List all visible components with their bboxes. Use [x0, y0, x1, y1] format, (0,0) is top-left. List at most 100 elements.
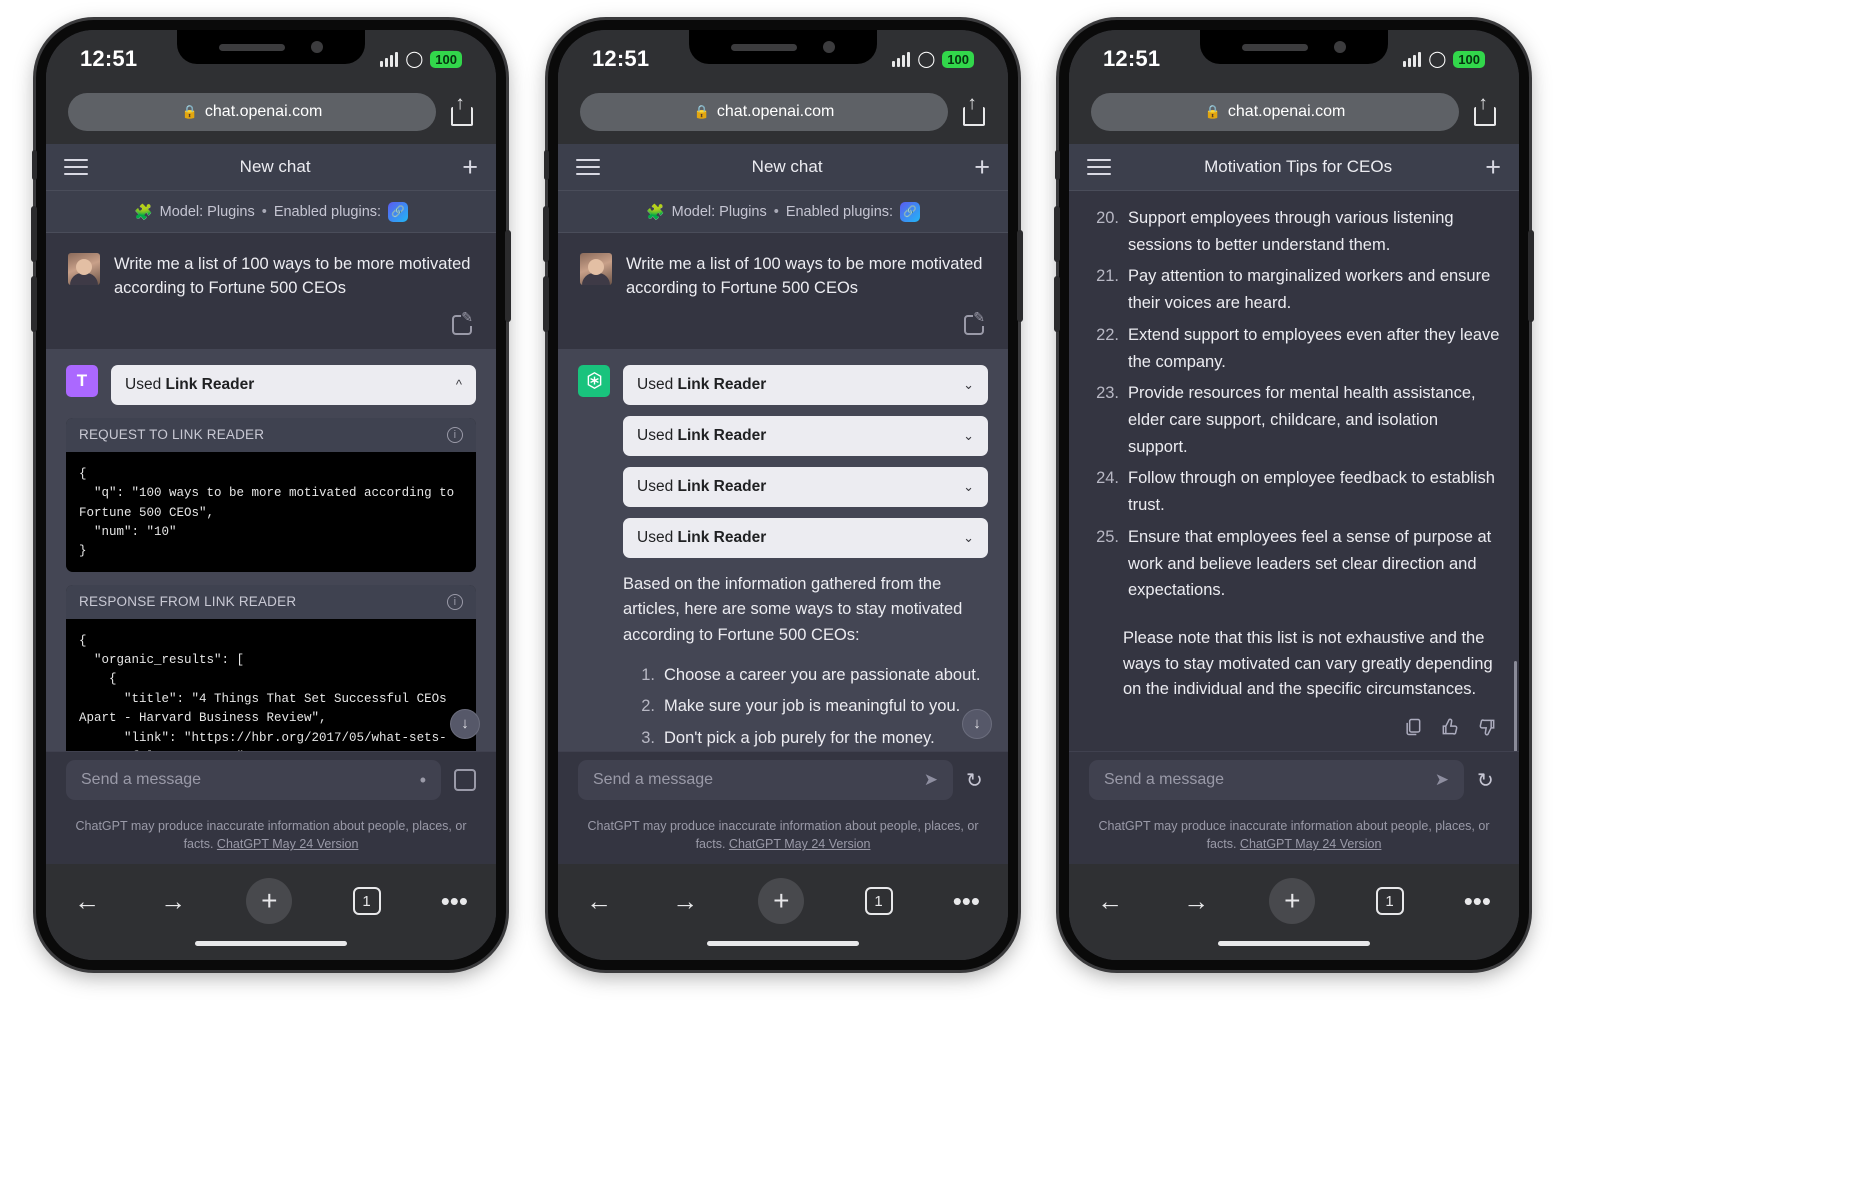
- hamburger-icon[interactable]: [1087, 159, 1111, 175]
- power-button[interactable]: [1017, 230, 1023, 322]
- mute-switch[interactable]: [32, 150, 37, 180]
- new-chat-icon[interactable]: +: [974, 153, 990, 181]
- forward-icon[interactable]: →: [672, 888, 698, 914]
- add-tab-icon[interactable]: +: [246, 878, 293, 924]
- chevron-down-icon[interactable]: ⌄: [963, 377, 974, 393]
- user-message-row: Write me a list of 100 ways to be more m…: [46, 233, 496, 311]
- used-link-reader-pill[interactable]: Used Link Reader ⌄: [623, 517, 988, 558]
- closing-paragraph: Please note that this list is not exhaus…: [1123, 629, 1493, 699]
- address-field[interactable]: 🔒 chat.openai.com: [68, 93, 436, 131]
- chevron-down-icon[interactable]: ⌄: [963, 428, 974, 444]
- chevron-down-icon[interactable]: ⌄: [963, 479, 974, 495]
- scroll-to-bottom-button[interactable]: ↓: [962, 708, 992, 739]
- more-icon[interactable]: •••: [441, 888, 468, 914]
- share-icon[interactable]: [446, 93, 474, 127]
- volume-up-button[interactable]: [31, 206, 37, 262]
- message-input[interactable]: Send a message ➤: [578, 760, 953, 800]
- volume-down-button[interactable]: [1054, 276, 1060, 332]
- assistant-intro-text: Based on the information gathered from t…: [623, 574, 963, 644]
- link-reader-plugin-icon[interactable]: 🔗: [388, 201, 409, 222]
- list-item: 21. Pay attention to marginalized worker…: [1093, 263, 1501, 316]
- volume-down-button[interactable]: [543, 276, 549, 332]
- version-link[interactable]: ChatGPT May 24 Version: [1240, 837, 1382, 851]
- list-number: 20.: [1096, 209, 1119, 227]
- edit-icon[interactable]: [452, 308, 474, 335]
- share-icon[interactable]: [1469, 93, 1497, 127]
- version-link[interactable]: ChatGPT May 24 Version: [729, 837, 871, 851]
- phone-1-screen: 12:51 ◯ 100 🔒 chat.openai.com New chat +: [46, 30, 496, 960]
- cellular-signal-icon: [380, 51, 399, 67]
- share-icon[interactable]: [958, 93, 986, 127]
- speaker-grille: [731, 43, 797, 51]
- tabs-icon[interactable]: 1: [352, 887, 381, 915]
- disclaimer-1: ChatGPT may produce inaccurate informati…: [46, 808, 496, 864]
- info-icon[interactable]: i: [447, 593, 463, 610]
- add-tab-icon[interactable]: +: [758, 878, 805, 924]
- address-field[interactable]: 🔒 chat.openai.com: [1091, 93, 1459, 131]
- mute-switch[interactable]: [544, 150, 549, 180]
- mic-icon[interactable]: •: [420, 770, 426, 791]
- enabled-plugins-label: Enabled plugins:: [785, 203, 894, 220]
- hamburger-icon[interactable]: [576, 159, 600, 175]
- chevron-up-icon[interactable]: ^: [456, 377, 462, 392]
- thumbs-up-icon[interactable]: [1440, 717, 1460, 737]
- wifi-icon: ◯: [917, 51, 936, 68]
- link-reader-plugin-icon[interactable]: 🔗: [900, 201, 921, 222]
- forward-icon[interactable]: →: [160, 888, 186, 914]
- notch: [1200, 30, 1388, 64]
- regenerate-icon[interactable]: ↻: [966, 768, 988, 793]
- message-input[interactable]: Send a message ➤: [1089, 760, 1464, 800]
- volume-up-button[interactable]: [1054, 206, 1060, 262]
- puzzle-icon: 🧩: [133, 203, 153, 221]
- forward-icon[interactable]: →: [1183, 888, 1209, 914]
- tabs-icon[interactable]: 1: [1375, 887, 1404, 915]
- edit-icon[interactable]: [964, 308, 986, 335]
- list-item: 24. Follow through on employee feedback …: [1093, 465, 1501, 518]
- power-button[interactable]: [1528, 230, 1534, 322]
- edit-message-row: [558, 308, 1008, 349]
- volume-down-button[interactable]: [31, 276, 37, 332]
- hamburger-icon[interactable]: [64, 159, 88, 175]
- used-link-reader-pill[interactable]: Used Link Reader ⌄: [623, 466, 988, 507]
- chevron-down-icon[interactable]: ⌄: [963, 530, 974, 546]
- front-camera: [823, 41, 835, 53]
- send-icon[interactable]: ➤: [1435, 770, 1449, 790]
- more-icon[interactable]: •••: [953, 888, 980, 914]
- stop-square-icon[interactable]: [454, 769, 476, 791]
- used-link-reader-pill[interactable]: Used Link Reader ^: [111, 364, 476, 405]
- scroll-to-bottom-button[interactable]: ↓: [450, 708, 480, 739]
- more-icon[interactable]: •••: [1464, 888, 1491, 914]
- model-label: Model: Plugins: [671, 203, 767, 220]
- new-chat-icon[interactable]: +: [462, 153, 478, 181]
- version-link[interactable]: ChatGPT May 24 Version: [217, 837, 359, 851]
- list-item: 23. Provide resources for mental health …: [1093, 380, 1501, 460]
- copy-icon[interactable]: [1403, 717, 1423, 737]
- volume-up-button[interactable]: [543, 206, 549, 262]
- send-icon[interactable]: ➤: [924, 770, 938, 790]
- add-tab-icon[interactable]: +: [1269, 878, 1316, 924]
- used-link-reader-pill[interactable]: Used Link Reader ⌄: [623, 364, 988, 405]
- message-input[interactable]: Send a message •: [66, 760, 441, 800]
- mute-switch[interactable]: [1055, 150, 1060, 180]
- browser-url-bar[interactable]: 🔒 chat.openai.com: [558, 88, 1008, 144]
- power-button[interactable]: [505, 230, 511, 322]
- lock-icon: 🔒: [693, 104, 710, 119]
- browser-url-bar[interactable]: 🔒 chat.openai.com: [46, 88, 496, 144]
- status-time: 12:51: [1103, 46, 1161, 71]
- regenerate-icon[interactable]: ↻: [1477, 768, 1499, 793]
- address-field[interactable]: 🔒 chat.openai.com: [580, 93, 948, 131]
- avatar: [580, 253, 612, 285]
- info-icon[interactable]: i: [447, 426, 463, 443]
- back-icon[interactable]: ←: [74, 888, 100, 914]
- back-icon[interactable]: ←: [1097, 888, 1123, 914]
- tabs-icon[interactable]: 1: [864, 887, 893, 915]
- scrollbar[interactable]: [1514, 661, 1517, 751]
- phone-2-screen: 12:51 ◯ 100 🔒 chat.openai.com New chat +: [558, 30, 1008, 960]
- thumbs-down-icon[interactable]: [1477, 717, 1497, 737]
- new-chat-icon[interactable]: +: [1485, 153, 1501, 181]
- request-card-title: REQUEST TO LINK READER: [79, 427, 265, 443]
- used-link-reader-pill[interactable]: Used Link Reader ⌄: [623, 415, 988, 456]
- browser-url-bar[interactable]: 🔒 chat.openai.com: [1069, 88, 1519, 144]
- back-icon[interactable]: ←: [586, 888, 612, 914]
- conversation-3: 20. Support employees through various li…: [1069, 191, 1519, 751]
